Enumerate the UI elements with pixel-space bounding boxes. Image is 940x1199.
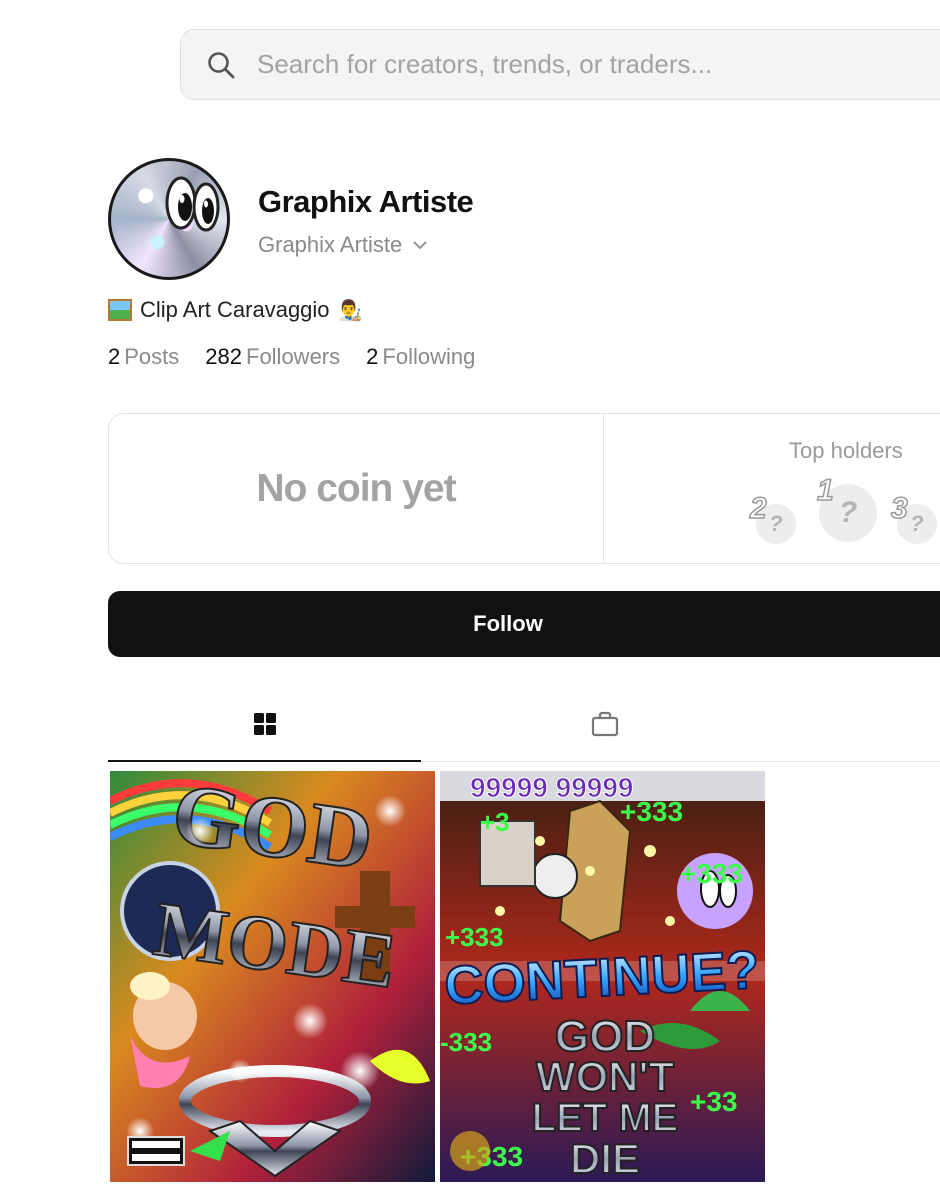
svg-text:+333: +333 <box>680 858 743 889</box>
bio-text: Clip Art Caravaggio <box>140 297 330 322</box>
svg-text:DIE: DIE <box>570 1135 640 1182</box>
holder-rank-2: 2 <box>749 491 767 526</box>
tab-collected[interactable] <box>448 690 761 762</box>
googly-eyes-icon <box>165 176 220 232</box>
top-holders-label: Top holders <box>789 438 903 463</box>
bio: Clip Art Caravaggio 👨‍🎨 <box>108 297 362 323</box>
follow-button-label: Follow <box>473 611 543 636</box>
svg-text:WON'T: WON'T <box>536 1053 675 1100</box>
profile-stats: 2 Posts 282 Followers 2 Following <box>108 344 501 370</box>
holder-placeholder: ? <box>910 511 924 536</box>
stat-following[interactable]: 2 Following <box>366 344 475 370</box>
chevron-down-icon <box>412 240 428 250</box>
top-holders-panel: Top holders ? 2 ? 1 ? 3 <box>604 414 940 563</box>
holder-rank-1: 1 <box>816 473 834 508</box>
search-input[interactable] <box>257 49 857 80</box>
svg-text:LET ME: LET ME <box>532 1096 679 1140</box>
bag-icon <box>591 711 619 742</box>
coin-card: No coin yet Top holders ? 2 ? 1 ? 3 <box>108 413 940 564</box>
stat-posts[interactable]: 2 Posts <box>108 344 179 370</box>
stat-count: 282 <box>205 344 242 369</box>
svg-text:+33: +33 <box>690 1086 738 1117</box>
svg-text:+333: +333 <box>620 796 683 827</box>
search-bar[interactable] <box>180 29 940 100</box>
tab-activity[interactable] <box>923 690 940 762</box>
stat-label: Followers <box>246 344 341 369</box>
active-tab-indicator <box>108 760 421 762</box>
svg-text:+3: +3 <box>480 807 510 837</box>
handle-switcher[interactable]: Graphix Artiste <box>258 232 428 258</box>
post-thumbnail[interactable]: 99999 99999 CONTINUE? GOD WON'T LET ME D… <box>440 771 765 1182</box>
post-artwork: GOD MODE <box>110 771 435 1182</box>
avatar[interactable] <box>108 158 230 280</box>
tab-posts-grid[interactable] <box>108 690 421 762</box>
coin-status: No coin yet <box>256 466 456 510</box>
stat-followers[interactable]: 282 Followers <box>205 344 340 370</box>
holder-placeholder: ? <box>769 511 783 536</box>
svg-text:99999 99999: 99999 99999 <box>470 772 634 803</box>
svg-text:+333: +333 <box>445 922 504 952</box>
svg-text:-333: -333 <box>440 1027 492 1057</box>
handle: Graphix Artiste <box>258 232 403 257</box>
search-icon <box>205 49 237 81</box>
post-thumbnail[interactable]: GOD MODE <box>110 771 435 1182</box>
display-name: Graphix Artiste <box>258 184 474 219</box>
follow-button[interactable]: Follow <box>108 591 940 657</box>
profile-tabs <box>108 690 940 762</box>
stat-label: Posts <box>124 344 180 369</box>
grid-icon <box>253 712 277 741</box>
stat-count: 2 <box>366 344 379 369</box>
post-artwork: 99999 99999 CONTINUE? GOD WON'T LET ME D… <box>440 771 765 1182</box>
coin-status-panel: No coin yet <box>109 414 604 563</box>
stat-count: 2 <box>108 344 121 369</box>
stat-label: Following <box>382 344 476 369</box>
holder-placeholder: ? <box>838 496 858 529</box>
framed-picture-icon <box>108 299 132 321</box>
artist-emoji-icon: 👨‍🎨 <box>337 299 363 322</box>
holder-rank-3: 3 <box>890 491 908 526</box>
